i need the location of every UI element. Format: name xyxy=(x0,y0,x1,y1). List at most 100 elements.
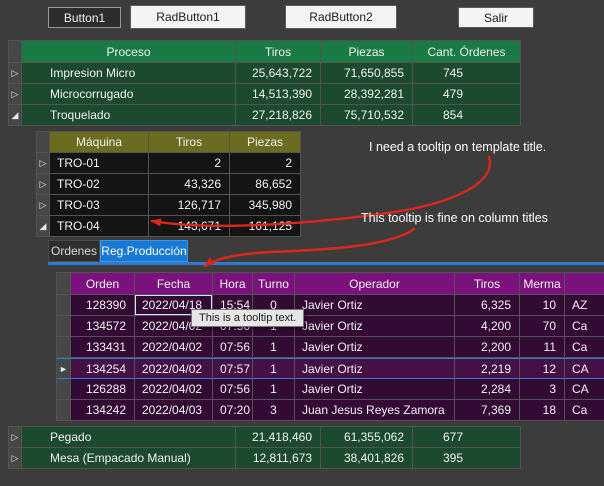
column-header-cant-ordenes[interactable]: Cant. Órdenes xyxy=(413,41,521,63)
row-header-cell[interactable]: ◢ xyxy=(37,216,50,237)
column-header-tiros[interactable]: Tiros xyxy=(455,273,520,295)
column-header-operador[interactable]: Operador xyxy=(295,273,455,295)
cell-ordenes[interactable]: 479 xyxy=(413,84,521,105)
cell-ordenes[interactable]: 395 xyxy=(413,448,521,469)
row-header-cell[interactable] xyxy=(57,400,71,421)
cell-clipped[interactable]: Ca xyxy=(565,316,604,337)
cell-fecha[interactable]: 2022/04/03 xyxy=(135,400,213,421)
cell-tiros[interactable]: 43,326 xyxy=(149,174,230,195)
cell-tiros[interactable]: 7,369 xyxy=(455,400,520,421)
column-header-proceso[interactable]: Proceso xyxy=(22,41,236,63)
machine-row-tro04[interactable]: ◢ TRO-04 143,671 161,125 xyxy=(37,216,301,237)
column-header-piezas[interactable]: Piezas xyxy=(230,132,301,153)
expand-collapsed-icon[interactable]: ▷ xyxy=(40,200,47,211)
row-header-cell[interactable]: ▷ xyxy=(9,84,22,105)
cell-operador[interactable]: Javier Ortiz xyxy=(295,337,455,358)
row-header-cell[interactable] xyxy=(57,337,71,358)
process-row-microcorrugado[interactable]: ▷ Microcorrugado 14,513,390 28,392,281 4… xyxy=(9,84,521,105)
cell-tiros[interactable]: 12,811,673 xyxy=(236,448,321,469)
cell-merma[interactable]: 18 xyxy=(520,400,565,421)
radbutton2[interactable]: RadButton2 xyxy=(285,5,397,29)
process-row-troquelado[interactable]: ◢ Troquelado 27,218,826 75,710,532 854 xyxy=(9,105,521,126)
cell-orden[interactable]: 133431 xyxy=(71,337,135,358)
cell-tiros[interactable]: 2 xyxy=(149,153,230,174)
cell-tiros[interactable]: 2,284 xyxy=(455,379,520,400)
production-row[interactable]: 133431 2022/04/02 07:56 1 Javier Ortiz 2… xyxy=(57,337,604,358)
cell-proceso[interactable]: Troquelado xyxy=(22,105,236,126)
row-header-cell[interactable]: ▷ xyxy=(9,63,22,84)
cell-ordenes[interactable]: 854 xyxy=(413,105,521,126)
cell-hora[interactable]: 07:56 xyxy=(213,379,253,400)
cell-operador[interactable]: Javier Ortiz xyxy=(295,379,455,400)
cell-turno[interactable]: 3 xyxy=(253,400,295,421)
column-header-piezas[interactable]: Piezas xyxy=(321,41,413,63)
column-header-merma[interactable]: Merma xyxy=(520,273,565,295)
production-row[interactable]: 126288 2022/04/02 07:56 1 Javier Ortiz 2… xyxy=(57,379,604,400)
cell-orden[interactable]: 134254 xyxy=(71,358,135,379)
cell-hora[interactable]: 07:57 xyxy=(213,358,253,379)
machine-row-tro03[interactable]: ▷ TRO-03 126,717 345,980 xyxy=(37,195,301,216)
cell-piezas[interactable]: 86,652 xyxy=(230,174,301,195)
column-header-orden[interactable]: Orden xyxy=(71,273,135,295)
cell-clipped[interactable]: CA xyxy=(565,379,604,400)
row-header-cell[interactable]: ▷ xyxy=(9,427,22,448)
row-header-cell[interactable]: ▷ xyxy=(37,174,50,195)
expand-expanded-icon[interactable]: ◢ xyxy=(12,110,19,121)
cell-proceso[interactable]: Microcorrugado xyxy=(22,84,236,105)
expand-collapsed-icon[interactable]: ▷ xyxy=(40,158,47,169)
cell-orden[interactable]: 126288 xyxy=(71,379,135,400)
expand-collapsed-icon[interactable]: ▷ xyxy=(12,432,19,443)
cell-piezas[interactable]: 75,710,532 xyxy=(321,105,413,126)
expand-collapsed-icon[interactable]: ▷ xyxy=(40,179,47,190)
row-header-cell[interactable]: ▷ xyxy=(37,195,50,216)
column-header-maquina[interactable]: Máquina xyxy=(50,132,149,153)
cell-piezas[interactable]: 71,650,855 xyxy=(321,63,413,84)
cell-ordenes[interactable]: 677 xyxy=(413,427,521,448)
cell-proceso[interactable]: Mesa (Empacado Manual) xyxy=(22,448,236,469)
row-header-cell[interactable] xyxy=(57,295,71,316)
cell-merma[interactable]: 12 xyxy=(520,358,565,379)
cell-maquina[interactable]: TRO-01 xyxy=(50,153,149,174)
cell-turno[interactable]: 1 xyxy=(253,337,295,358)
production-row[interactable]: 134572 2022/04/02 07:56 1 Javier Ortiz 4… xyxy=(57,316,604,337)
cell-maquina[interactable]: TRO-02 xyxy=(50,174,149,195)
column-header-turno[interactable]: Turno xyxy=(253,273,295,295)
expand-collapsed-icon[interactable]: ▷ xyxy=(12,453,19,464)
expand-collapsed-icon[interactable]: ▷ xyxy=(12,68,19,79)
row-header-cell[interactable] xyxy=(57,316,71,337)
cell-merma[interactable]: 10 xyxy=(520,295,565,316)
production-row-selected[interactable]: ► 134254 2022/04/02 07:57 1 Javier Ortiz… xyxy=(57,358,604,379)
column-header-clipped[interactable] xyxy=(565,273,604,295)
cell-clipped[interactable]: CA xyxy=(565,358,604,379)
cell-tiros[interactable]: 126,717 xyxy=(149,195,230,216)
cell-tiros[interactable]: 6,325 xyxy=(455,295,520,316)
cell-operador[interactable]: Javier Ortiz xyxy=(295,295,455,316)
cell-turno[interactable]: 1 xyxy=(253,358,295,379)
cell-hora[interactable]: 07:56 xyxy=(213,337,253,358)
cell-operador[interactable]: Javier Ortiz xyxy=(295,358,455,379)
button1[interactable]: Button1 xyxy=(48,7,121,28)
cell-maquina[interactable]: TRO-04 xyxy=(50,216,149,237)
cell-merma[interactable]: 11 xyxy=(520,337,565,358)
column-header-fecha[interactable]: Fecha xyxy=(135,273,213,295)
radbutton1[interactable]: RadButton1 xyxy=(130,5,246,29)
row-header-cell[interactable]: ▷ xyxy=(9,448,22,469)
salir-button[interactable]: Salir xyxy=(458,7,534,28)
column-header-tiros[interactable]: Tiros xyxy=(236,41,321,63)
cell-tiros[interactable]: 2,219 xyxy=(455,358,520,379)
column-header-hora[interactable]: Hora xyxy=(213,273,253,295)
cell-tiros[interactable]: 143,671 xyxy=(149,216,230,237)
cell-piezas[interactable]: 161,125 xyxy=(230,216,301,237)
cell-orden[interactable]: 134572 xyxy=(71,316,135,337)
cell-piezas[interactable]: 38,401,826 xyxy=(321,448,413,469)
cell-fecha[interactable]: 2022/04/02 xyxy=(135,337,213,358)
cell-clipped[interactable]: Ca xyxy=(565,400,604,421)
row-header-cell[interactable]: ◢ xyxy=(9,105,22,126)
cell-tiros[interactable]: 27,218,826 xyxy=(236,105,321,126)
machine-row-tro02[interactable]: ▷ TRO-02 43,326 86,652 xyxy=(37,174,301,195)
cell-ordenes[interactable]: 745 xyxy=(413,63,521,84)
cell-operador[interactable]: Javier Ortiz xyxy=(295,316,455,337)
cell-clipped[interactable]: Ca xyxy=(565,337,604,358)
cell-proceso[interactable]: Pegado xyxy=(22,427,236,448)
machine-row-tro01[interactable]: ▷ TRO-01 2 2 xyxy=(37,153,301,174)
